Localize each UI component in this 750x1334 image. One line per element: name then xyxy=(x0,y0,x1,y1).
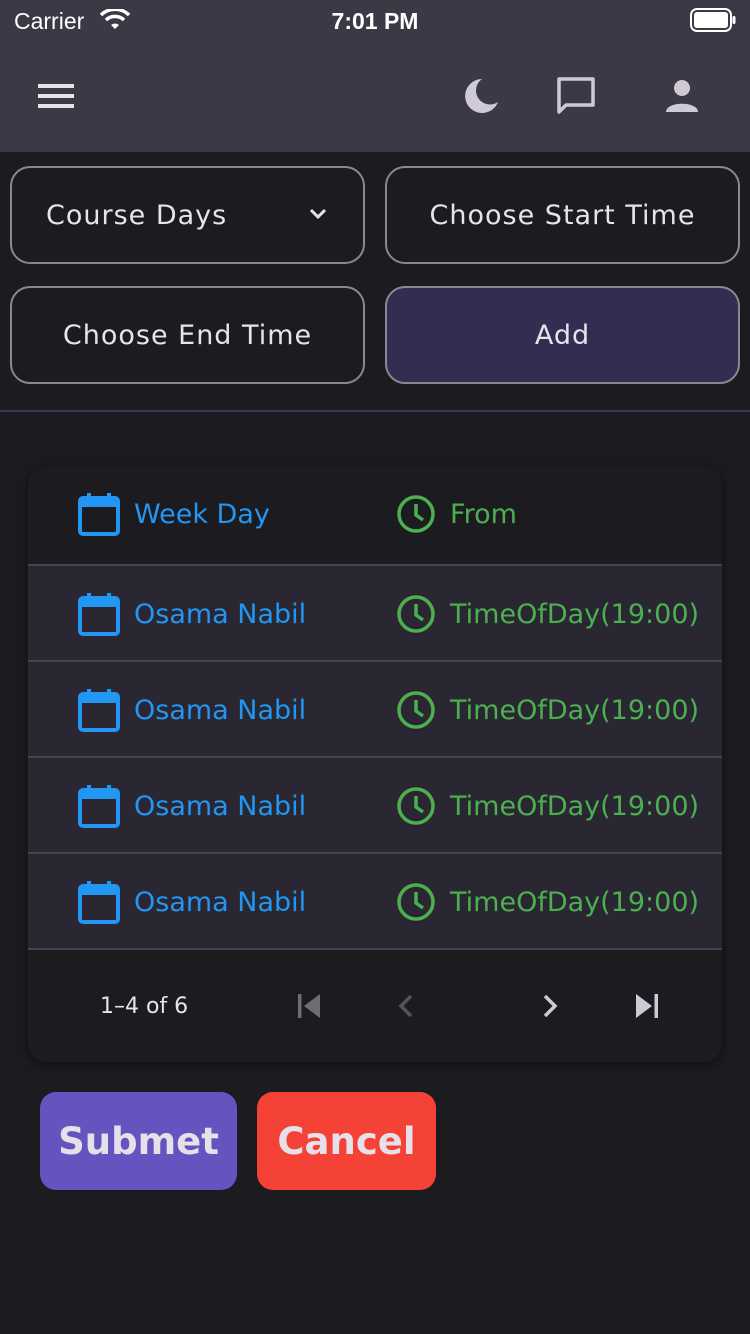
clock-icon xyxy=(397,787,435,825)
previous-page-icon[interactable] xyxy=(386,986,426,1026)
header-time-cell[interactable]: From xyxy=(396,466,517,562)
calendar-icon xyxy=(78,593,120,636)
row-day-label: Osama Nabil xyxy=(134,886,307,918)
row-time-cell: TimeOfDay(19:00) xyxy=(396,566,699,662)
row-day-cell: Osama Nabil xyxy=(78,566,306,662)
clock-label: 7:01 PM xyxy=(331,8,419,34)
chevron-down-icon xyxy=(307,200,329,231)
choose-end-time-button[interactable]: Choose End Time xyxy=(10,286,365,384)
person-icon[interactable] xyxy=(660,74,704,118)
header-day-label: Week Day xyxy=(134,498,270,530)
table-row[interactable]: Osama Nabil TimeOfDay(19:00) xyxy=(28,758,722,854)
header-time-label: From xyxy=(450,498,517,530)
header-day-cell[interactable]: Week Day xyxy=(78,466,270,562)
start-time-label: Choose Start Time xyxy=(429,199,696,231)
row-time-label: TimeOfDay(19:00) xyxy=(450,886,700,918)
moon-icon[interactable] xyxy=(458,74,502,118)
row-time-cell: TimeOfDay(19:00) xyxy=(396,758,699,854)
last-page-icon[interactable] xyxy=(626,986,666,1026)
calendar-icon xyxy=(78,881,120,924)
row-day-label: Osama Nabil xyxy=(134,694,307,726)
row-day-label: Osama Nabil xyxy=(134,598,307,630)
row-time-cell: TimeOfDay(19:00) xyxy=(396,662,699,758)
first-page-icon[interactable] xyxy=(290,986,330,1026)
status-bar: Carrier 7:01 PM xyxy=(0,0,750,40)
row-day-cell: Osama Nabil xyxy=(78,854,306,950)
choose-start-time-button[interactable]: Choose Start Time xyxy=(385,166,740,264)
divider xyxy=(0,410,750,412)
schedule-table: Week Day From Osama Nabil TimeOfDay(19:0… xyxy=(28,466,722,1062)
table-header: Week Day From xyxy=(28,466,722,566)
battery-icon xyxy=(690,8,736,32)
pagination: 1–4 of 6 xyxy=(28,956,722,1062)
course-days-dropdown[interactable]: Course Days xyxy=(10,166,365,264)
pagination-range: 1–4 of 6 xyxy=(100,994,189,1019)
row-time-label: TimeOfDay(19:00) xyxy=(450,694,700,726)
row-day-cell: Osama Nabil xyxy=(78,662,306,758)
app-bar xyxy=(0,40,750,152)
cancel-button[interactable]: Cancel xyxy=(257,1092,436,1190)
add-button[interactable]: Add xyxy=(385,286,740,384)
row-time-cell: TimeOfDay(19:00) xyxy=(396,854,699,950)
calendar-icon xyxy=(78,785,120,828)
row-time-label: TimeOfDay(19:00) xyxy=(450,598,700,630)
clock-icon xyxy=(397,595,435,633)
table-row[interactable]: Osama Nabil TimeOfDay(19:00) xyxy=(28,566,722,662)
end-time-label: Choose End Time xyxy=(62,319,313,351)
menu-icon[interactable] xyxy=(34,74,78,118)
row-day-label: Osama Nabil xyxy=(134,790,307,822)
course-days-label: Course Days xyxy=(46,199,228,231)
table-row[interactable]: Osama Nabil TimeOfDay(19:00) xyxy=(28,662,722,758)
submit-label: Submet xyxy=(58,1119,219,1163)
submit-button[interactable]: Submet xyxy=(40,1092,237,1190)
table-row[interactable]: Osama Nabil TimeOfDay(19:00) xyxy=(28,854,722,950)
clock-icon xyxy=(397,691,435,729)
next-page-icon[interactable] xyxy=(530,986,570,1026)
row-time-label: TimeOfDay(19:00) xyxy=(450,790,700,822)
add-label: Add xyxy=(534,319,591,351)
calendar-icon xyxy=(78,493,120,536)
row-day-cell: Osama Nabil xyxy=(78,758,306,854)
cancel-label: Cancel xyxy=(277,1119,416,1163)
chat-icon[interactable] xyxy=(554,74,598,118)
clock-icon xyxy=(397,495,435,533)
clock-icon xyxy=(397,883,435,921)
calendar-icon xyxy=(78,689,120,732)
